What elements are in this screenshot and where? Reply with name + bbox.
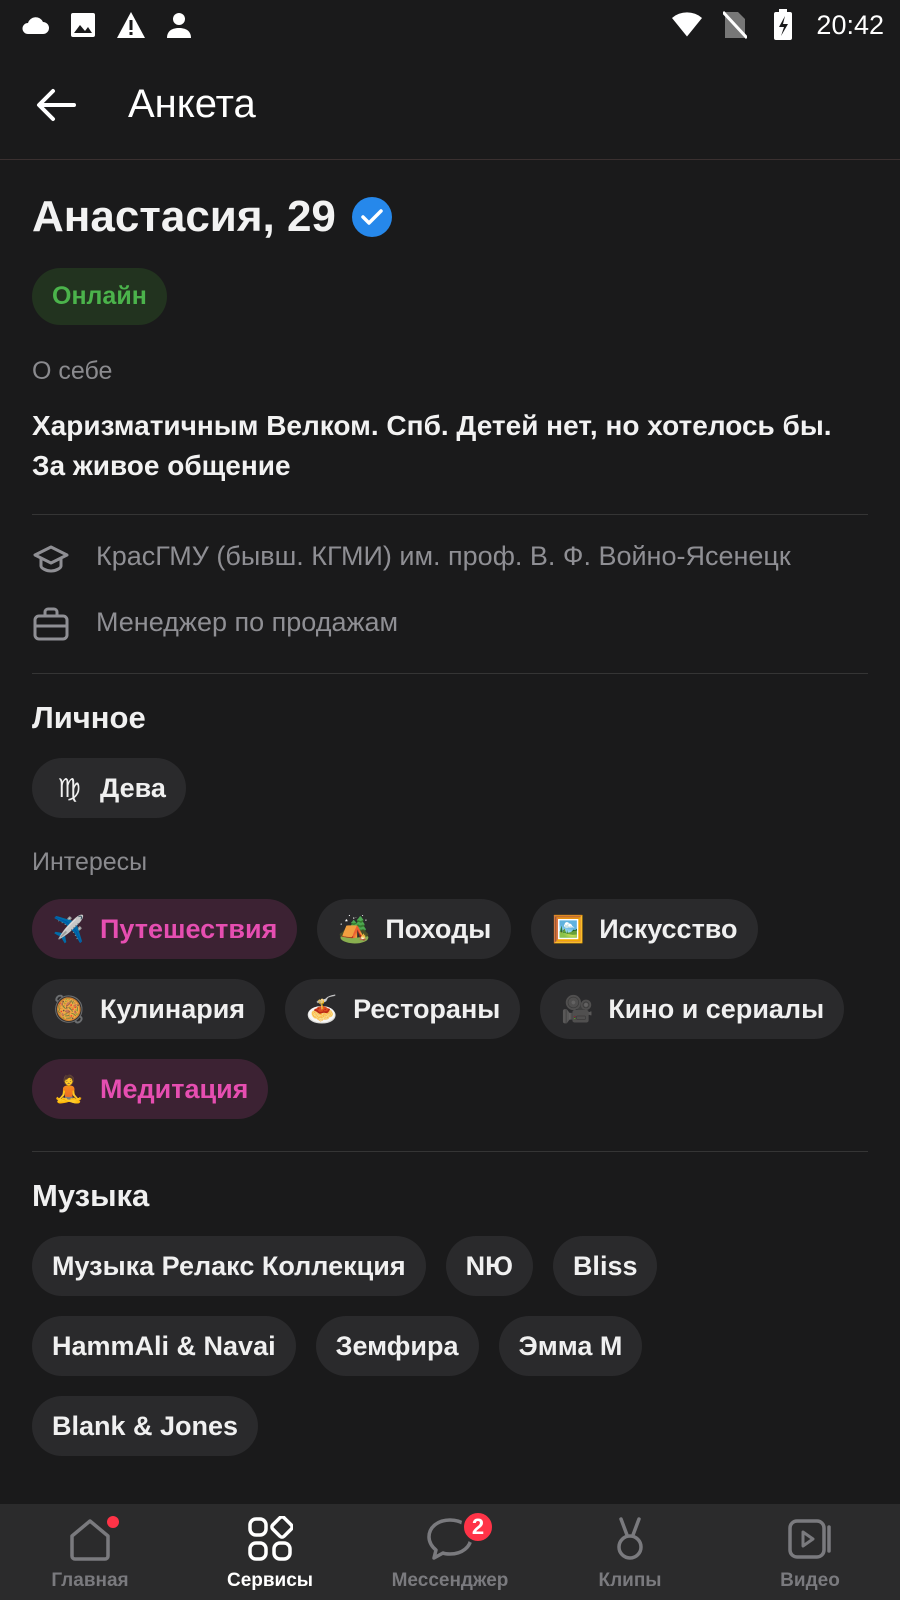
artist-label: HammAli & Navai <box>52 1330 276 1361</box>
education-text: КрасГМУ (бывш. КГМИ) им. проф. В. Ф. Вой… <box>96 541 791 571</box>
music-artist-chip[interactable]: Bliss <box>552 1236 658 1296</box>
music-artist-chip[interactable]: Эмма М <box>498 1316 643 1376</box>
divider <box>32 673 868 674</box>
music-artist-chip[interactable]: Музыка Релакс Коллекция <box>32 1236 426 1296</box>
interests-caption: Интересы <box>32 848 148 876</box>
name-row: Анастасия, 29 <box>32 192 868 242</box>
zodiac-label: Дева <box>100 772 166 803</box>
interest-label: Кулинария <box>100 993 246 1024</box>
interest-emoji-icon: 🍝 <box>305 993 339 1024</box>
unread-badge: 2 <box>461 1510 495 1544</box>
interest-chip[interactable]: 🎥 Кино и сериалы <box>540 979 845 1039</box>
no-sim-icon <box>720 10 750 40</box>
profile-name: Анастасия, 29 <box>32 192 336 241</box>
artist-label: NЮ <box>465 1250 513 1281</box>
interest-chip[interactable]: 🏕️ Походы <box>317 899 512 959</box>
interest-label: Кино и сериалы <box>608 993 825 1024</box>
video-icon <box>785 1514 835 1564</box>
divider <box>32 514 868 515</box>
music-artist-chip[interactable]: NЮ <box>445 1236 533 1296</box>
nav-label: Главная <box>51 1570 129 1591</box>
interest-emoji-icon: 🏕️ <box>338 913 371 944</box>
artist-label: Музыка Релакс Коллекция <box>52 1250 406 1281</box>
education-row: КрасГМУ (бывш. КГМИ) им. проф. В. Ф. Вой… <box>32 537 868 577</box>
arrow-left-icon <box>37 88 76 121</box>
page-title: Анкета <box>128 82 256 126</box>
interest-chip[interactable]: 🖼️ Искусство <box>531 899 758 959</box>
music-artist-chip[interactable]: HammAli & Navai <box>32 1316 296 1376</box>
interest-emoji-icon: 🧘 <box>52 1073 86 1104</box>
interest-label: Медитация <box>100 1073 249 1104</box>
interest-chip[interactable]: 🥘 Кулинария <box>32 979 266 1039</box>
job-text: Менеджер по продажам <box>96 607 399 637</box>
about-text: Харизматичным Велком. Спб. Детей нет, но… <box>32 410 832 481</box>
zodiac-chip: ♍ Дева <box>32 758 186 818</box>
interest-chip[interactable]: 🍝 Рестораны <box>285 979 521 1039</box>
divider <box>32 1151 868 1152</box>
interest-label: Путешествия <box>100 913 278 944</box>
music-list: Музыка Релакс Коллекция NЮ Bliss HammAli & … <box>32 1236 868 1456</box>
nav-video[interactable]: Видео <box>720 1504 900 1600</box>
online-status-badge: Онлайн <box>32 268 167 325</box>
image-icon <box>68 10 98 40</box>
nav-messenger[interactable]: 2 Мессенджер <box>360 1504 540 1600</box>
clips-icon <box>605 1514 655 1564</box>
nav-label: Мессенджер <box>391 1570 509 1591</box>
artist-label: Blank & Jones <box>52 1410 239 1441</box>
services-icon <box>245 1514 295 1564</box>
person-icon <box>164 10 194 40</box>
wifi-icon <box>672 10 703 40</box>
bottom-navigation: Главная Сервисы 2 Мессенджер Клипы Видео <box>0 1504 900 1600</box>
interest-chip[interactable]: ✈️ Путешествия <box>32 899 298 959</box>
status-left <box>20 10 194 40</box>
messenger-icon: 2 <box>425 1510 495 1564</box>
back-button[interactable] <box>26 75 86 135</box>
verified-icon <box>351 197 392 237</box>
interest-emoji-icon: 🎥 <box>561 993 594 1024</box>
interest-emoji-icon: 🖼️ <box>552 913 585 944</box>
artist-label: Bliss <box>572 1250 638 1281</box>
warning-icon <box>116 10 146 40</box>
app-bar: Анкета <box>0 50 900 160</box>
notification-dot <box>107 1516 119 1528</box>
music-artist-chip[interactable]: Blank & Jones <box>32 1396 259 1456</box>
clock: 20:42 <box>816 9 884 40</box>
interest-emoji-icon: ✈️ <box>52 913 86 944</box>
zodiac-chips: ♍ Дева <box>32 758 868 818</box>
status-bar: 20:42 <box>0 0 900 50</box>
personal-section-title: Личное <box>32 700 146 735</box>
interest-chip[interactable]: 🧘 Медитация <box>32 1059 269 1119</box>
nav-clips[interactable]: Клипы <box>540 1504 720 1600</box>
music-section-title: Музыка <box>32 1178 150 1213</box>
graduation-cap-icon <box>33 545 69 573</box>
about-caption: О себе <box>32 357 113 385</box>
interest-label: Походы <box>385 913 492 944</box>
music-artist-chip[interactable]: Земфира <box>315 1316 479 1376</box>
nav-label: Видео <box>780 1570 840 1591</box>
cloud-icon <box>20 10 50 40</box>
nav-label: Клипы <box>598 1570 662 1591</box>
interest-emoji-icon: 🥘 <box>52 993 86 1024</box>
interest-label: Искусство <box>599 913 738 944</box>
artist-label: Земфира <box>335 1330 459 1361</box>
profile-content[interactable]: Анастасия, 29 Онлайн О себе Харизматичны… <box>0 160 900 1504</box>
artist-label: Эмма М <box>518 1330 623 1361</box>
briefcase-icon <box>33 607 69 641</box>
home-icon <box>65 1514 119 1564</box>
battery-charging-icon <box>768 9 798 40</box>
virgo-icon: ♍ <box>57 772 81 803</box>
job-row: Менеджер по продажам <box>32 603 868 643</box>
interests-list: ✈️ Путешествия 🏕️ Походы 🖼️ Искусство 🥘 Кулинар… <box>32 899 868 1119</box>
status-right: 20:42 <box>672 9 884 41</box>
nav-label: Сервисы <box>226 1570 314 1591</box>
nav-services[interactable]: Сервисы <box>180 1504 360 1600</box>
interest-label: Рестораны <box>353 993 501 1024</box>
nav-home[interactable]: Главная <box>0 1504 180 1600</box>
